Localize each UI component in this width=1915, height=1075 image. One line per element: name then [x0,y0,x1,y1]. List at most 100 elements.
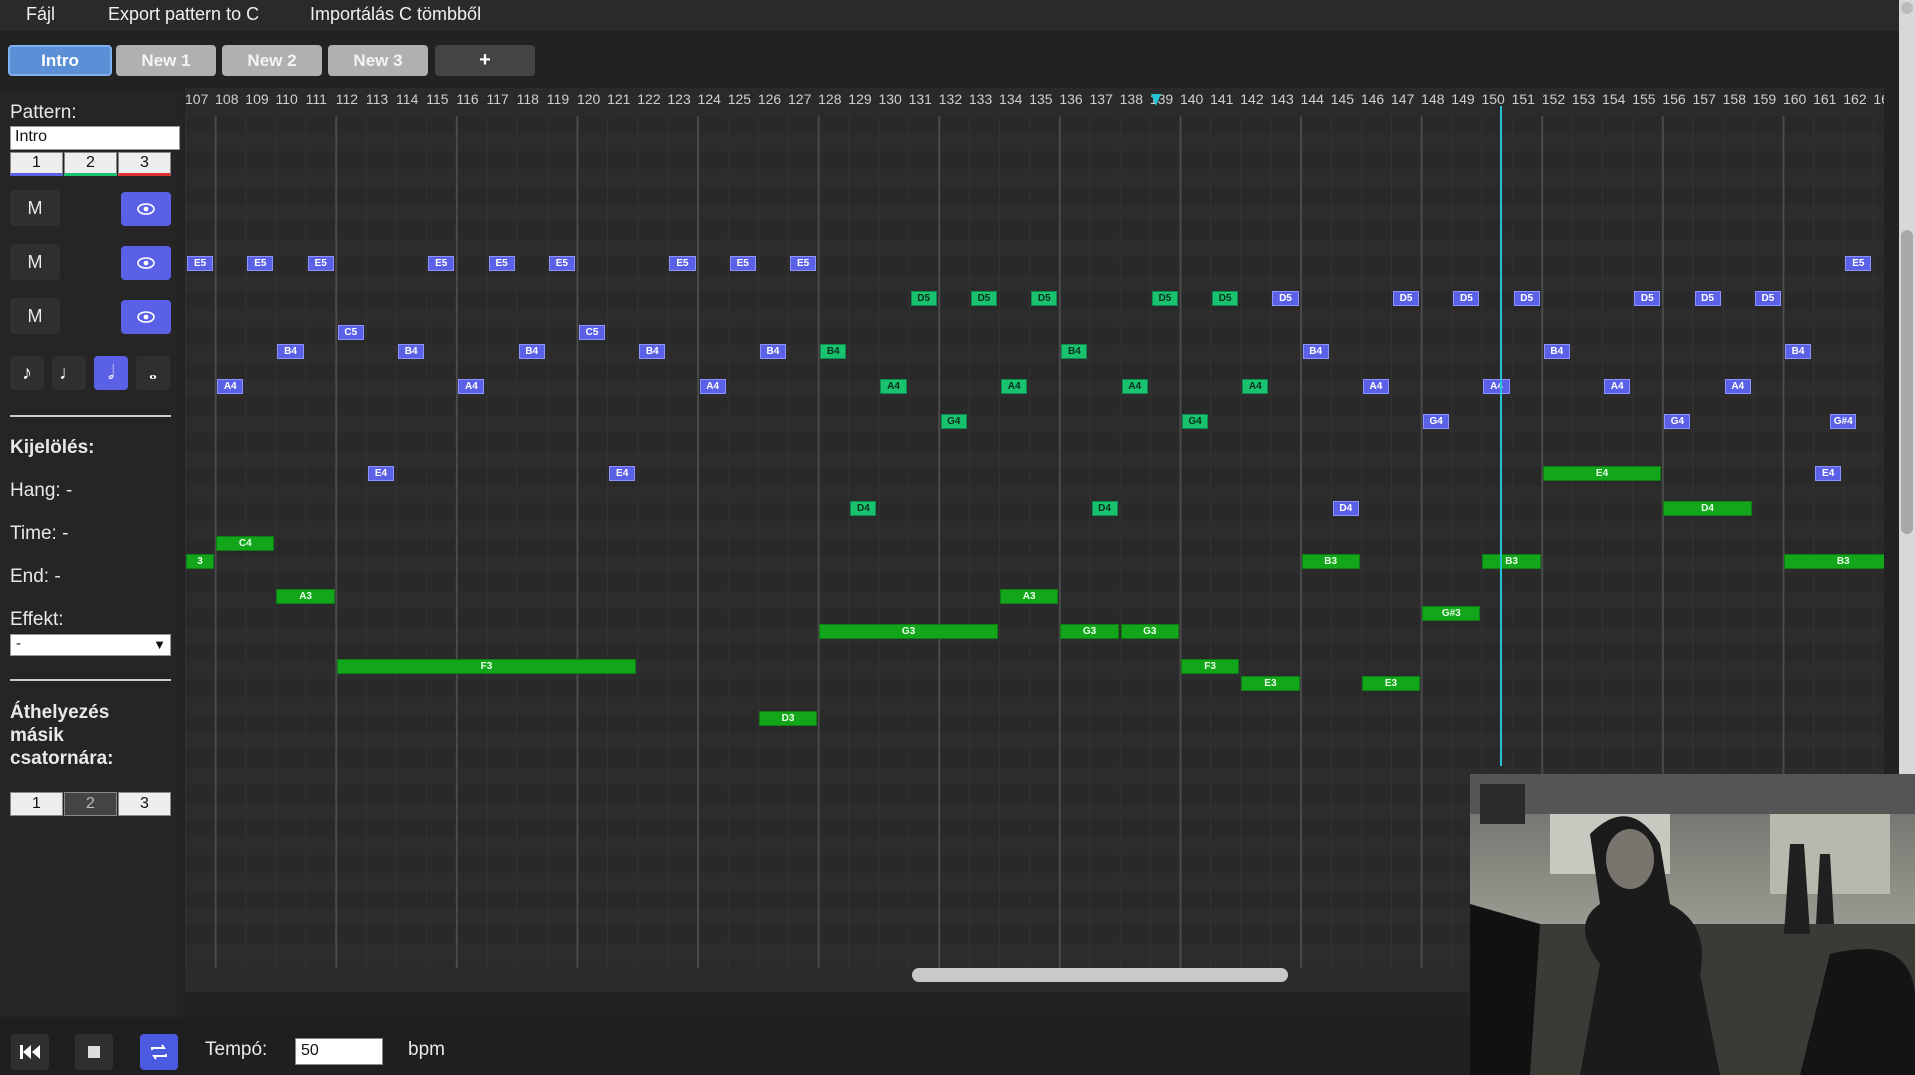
note-d5[interactable]: D5 [970,291,998,306]
move-to-channel-2[interactable]: 2 [64,792,117,816]
note-d5[interactable]: D5 [1272,291,1299,306]
note-g4[interactable]: G4 [1181,414,1209,429]
eighth-note-icon[interactable]: ♪ [10,356,44,390]
channel-select-3[interactable]: 3 [118,152,171,176]
note-a4[interactable]: A4 [1483,379,1510,394]
note-g4[interactable]: G4 [940,414,967,429]
stop-icon[interactable] [75,1034,113,1070]
note-e4[interactable]: E4 [1542,466,1662,481]
note-e5[interactable]: E5 [548,256,575,271]
note-a4[interactable]: A4 [1242,379,1269,394]
pattern-name-input[interactable]: Intro [10,126,180,150]
mute-button-2[interactable]: M [10,244,60,280]
note-gs3[interactable]: G#3 [1422,606,1481,621]
note-b4[interactable]: B4 [1302,344,1329,359]
note-e5[interactable]: E5 [488,256,515,271]
note-e5[interactable]: E5 [247,256,274,271]
note-e5[interactable]: E5 [307,256,334,271]
menu-export-c[interactable]: Export pattern to C [108,4,259,25]
note-a4[interactable]: A4 [880,379,907,394]
note-a3[interactable]: A3 [276,589,335,604]
note-g3[interactable]: G3 [1060,624,1119,639]
tab-new-3[interactable]: New 3 [328,45,428,76]
note-d4[interactable]: D4 [1663,501,1752,516]
note-b3[interactable]: B3 [1482,554,1541,569]
note-e5[interactable]: E5 [1845,256,1872,271]
note-c4[interactable]: C4 [216,536,275,551]
mute-button-3[interactable]: M [10,298,60,334]
note-d5[interactable]: D5 [1634,291,1661,306]
channel-select-2[interactable]: 2 [64,152,117,176]
note-c5[interactable]: C5 [578,325,606,340]
move-to-channel-3[interactable]: 3 [118,792,171,816]
note-a4[interactable]: A4 [1604,379,1631,394]
whole-note-icon[interactable]: 𝅝 [136,356,170,390]
menu-import-c[interactable]: Importálás C tömbből [310,4,481,25]
note-g4[interactable]: G4 [1664,414,1691,429]
note-g4[interactable]: G4 [1423,414,1450,429]
mute-button-1[interactable]: M [10,190,60,226]
move-to-channel-1[interactable]: 1 [10,792,63,816]
menu-file[interactable]: Fájl [26,4,55,25]
note-b4[interactable]: B4 [1784,344,1812,359]
note-e5[interactable]: E5 [669,256,696,271]
note-b4[interactable]: B4 [820,344,847,359]
note-b4[interactable]: B4 [759,344,786,359]
note-b3[interactable]: B3 [1301,554,1360,569]
note-g3[interactable]: G3 [1120,624,1179,639]
note-a4[interactable]: A4 [699,379,726,394]
loop-marker[interactable] [1150,94,1161,106]
note-f3[interactable]: F3 [336,659,637,674]
note-b4[interactable]: B4 [639,344,666,359]
horizontal-scrollbar[interactable] [912,968,1288,982]
note-a4[interactable]: A4 [458,379,485,394]
tab-new-1[interactable]: New 1 [116,45,216,76]
note-e5[interactable]: E5 [187,256,214,271]
note-a4[interactable]: A4 [217,379,244,394]
note-a4[interactable]: A4 [1724,379,1751,394]
note-gs4[interactable]: G#4 [1830,414,1857,429]
note-e5[interactable]: E5 [729,256,756,271]
note-b4[interactable]: B4 [277,344,304,359]
tab-new-2[interactable]: New 2 [222,45,322,76]
note-b3[interactable]: 3 [186,554,215,569]
note-e5[interactable]: E5 [428,256,455,271]
note-d5[interactable]: D5 [1031,291,1058,306]
half-note-icon[interactable]: 𝅗𝅥 [94,356,128,390]
note-b4[interactable]: B4 [1543,344,1570,359]
eye-icon[interactable] [121,192,171,226]
note-d5[interactable]: D5 [1212,291,1239,306]
note-d4[interactable]: D4 [1332,501,1359,516]
note-e4[interactable]: E4 [609,466,636,481]
note-a3[interactable]: A3 [1000,589,1059,604]
note-e3[interactable]: E3 [1241,676,1300,691]
timeline-ruler[interactable]: 107 108 109 110 111 112 113 114 115 116 117 118 119 1… [185,88,1884,110]
note-e5[interactable]: E5 [790,256,817,271]
note-d5[interactable]: D5 [1393,291,1420,306]
note-d5[interactable]: D5 [1513,291,1540,306]
note-c5[interactable]: C5 [337,325,364,340]
note-g3[interactable]: G3 [819,624,999,639]
note-b4[interactable]: B4 [518,344,545,359]
note-d5[interactable]: D5 [1754,291,1781,306]
note-d5[interactable]: D5 [910,291,937,306]
note-a4[interactable]: A4 [1362,379,1389,394]
rewind-icon[interactable] [11,1034,49,1070]
note-b4[interactable]: B4 [398,344,425,359]
note-d5[interactable]: D5 [1453,291,1480,306]
loop-icon[interactable] [140,1034,178,1070]
note-d4[interactable]: D4 [850,501,877,516]
note-d4[interactable]: D4 [1091,501,1118,516]
channel-select-1[interactable]: 1 [10,152,63,176]
scroll-top-thumb[interactable] [1901,2,1913,14]
tab-intro[interactable]: Intro [8,45,112,76]
scroll-thumb[interactable] [1901,230,1913,534]
eye-icon[interactable] [121,300,171,334]
note-d5[interactable]: D5 [1151,291,1178,306]
note-e3[interactable]: E3 [1361,676,1421,691]
tempo-input[interactable]: 50 [295,1038,383,1065]
eye-icon[interactable] [121,246,171,280]
note-b4[interactable]: B4 [1061,344,1088,359]
note-a4[interactable]: A4 [1121,379,1148,394]
quarter-note-icon[interactable]: ♩ [52,356,86,390]
